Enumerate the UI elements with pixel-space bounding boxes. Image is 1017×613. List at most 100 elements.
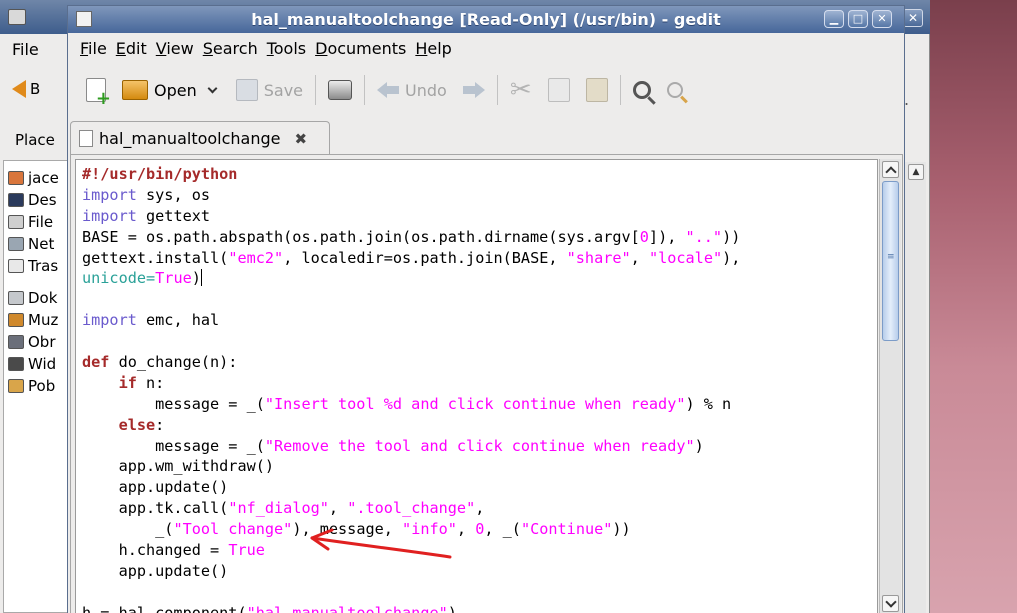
save-button[interactable]: Save: [228, 71, 311, 109]
home-folder-icon: [8, 171, 24, 185]
code-token: ): [694, 436, 704, 455]
chevron-down-icon[interactable]: [207, 83, 218, 93]
sidebar-item-downloads[interactable]: Pob: [8, 375, 70, 397]
replace-button[interactable]: [659, 71, 691, 109]
code-line: message = _("Insert tool %d and click co…: [82, 394, 740, 415]
magnifier-icon: [632, 81, 651, 99]
scroll-thumb[interactable]: ≡: [882, 181, 899, 341]
open-button[interactable]: Open: [114, 71, 228, 109]
network-icon: [8, 237, 24, 251]
code-line: app.update(): [82, 477, 740, 498]
scroll-down-button[interactable]: [882, 595, 899, 612]
tab-hal-manualtoolchange[interactable]: hal_manualtoolchange ✖: [70, 121, 330, 155]
copy-button[interactable]: [540, 71, 578, 109]
back-button[interactable]: B: [12, 74, 40, 104]
sidebar-item-label: File: [28, 213, 54, 231]
redo-button[interactable]: [455, 71, 493, 109]
find-button[interactable]: [625, 71, 659, 109]
code-token: def: [82, 353, 119, 372]
scroll-up-button[interactable]: ▲: [908, 164, 924, 180]
code-token: n:: [146, 373, 165, 392]
sidebar-item-label: Wid: [28, 355, 57, 373]
close-button[interactable]: ✕: [872, 10, 892, 28]
sidebar-item-desktop[interactable]: Des: [8, 189, 70, 211]
code-line: import sys, os: [82, 185, 740, 206]
code-token: True: [155, 269, 192, 288]
sidebar-item-documents[interactable]: Dok: [8, 287, 70, 309]
sidebar-item-trash[interactable]: Tras: [8, 255, 70, 277]
tab-close-icon[interactable]: ✖: [295, 130, 308, 148]
code-token: else: [118, 415, 156, 434]
code-token: ,: [328, 499, 348, 518]
code-line: BASE = os.path.abspath(os.path.join(os.p…: [82, 227, 740, 248]
maximize-button[interactable]: □: [848, 10, 868, 28]
sidebar-item-pictures[interactable]: Obr: [8, 331, 70, 353]
code-token: unicode=: [82, 269, 156, 288]
code-line: if n:: [82, 373, 740, 394]
undo-button[interactable]: Undo: [369, 71, 455, 109]
code-line: gettext.install("emc2", localedir=os.pat…: [82, 248, 740, 269]
titlebar[interactable]: hal_manualtoolchange [Read-Only] (/usr/b…: [68, 6, 904, 33]
paste-button[interactable]: [578, 71, 616, 109]
printer-icon: [328, 80, 353, 100]
sidebar-item-filesystem[interactable]: File: [8, 211, 70, 233]
sidebar-item-videos[interactable]: Wid: [8, 353, 70, 375]
menu-search[interactable]: Search: [201, 39, 265, 58]
background-close-button[interactable]: ✕: [903, 9, 923, 27]
background-menu-file[interactable]: File: [0, 34, 70, 64]
code-token: app.update(): [82, 478, 229, 497]
editor-vertical-scrollbar[interactable]: ≡: [879, 159, 901, 613]
code-line: app.tk.call("nf_dialog", ".tool_change",: [82, 498, 740, 519]
copy-icon: [547, 78, 570, 102]
new-document-button[interactable]: [78, 71, 114, 109]
code-token: "Remove the tool and click continue when…: [264, 436, 695, 455]
code-token: ): [447, 603, 457, 613]
save-icon: [235, 79, 258, 101]
minimize-button[interactable]: ▁: [824, 10, 844, 28]
code-token: ),: [722, 248, 741, 267]
code-token: ]),: [648, 227, 686, 246]
toolbar-separator: [496, 75, 498, 105]
scissors-icon: ✂: [509, 75, 532, 105]
code-line: else:: [82, 415, 740, 436]
sidebar-item-home[interactable]: jace: [8, 167, 70, 189]
menu-documents[interactable]: Documents: [313, 39, 413, 58]
print-button[interactable]: [320, 71, 360, 109]
annotation-arrow: [310, 528, 452, 559]
sidebar-item-network[interactable]: Net: [8, 233, 70, 255]
open-button-label: Open: [154, 80, 197, 100]
menu-help[interactable]: Help: [413, 39, 458, 58]
background-scrollbar[interactable]: ▲: [904, 162, 926, 613]
code-token: 0: [475, 520, 485, 539]
scroll-up-button[interactable]: [882, 161, 899, 178]
menu-edit[interactable]: Edit: [114, 39, 154, 58]
menu-view[interactable]: View: [154, 39, 201, 58]
code-line: def do_change(n):: [82, 352, 740, 373]
code-editor[interactable]: #!/usr/bin/python import sys, os import ge…: [75, 159, 878, 613]
videos-folder-icon: [8, 357, 24, 371]
cut-button[interactable]: ✂: [502, 71, 540, 109]
find-replace-icon: [666, 82, 683, 98]
menu-file[interactable]: File: [78, 39, 114, 58]
gedit-window[interactable]: hal_manualtoolchange [Read-Only] (/usr/b…: [67, 5, 905, 613]
menubar: File Edit View Search Tools Documents He…: [68, 33, 904, 63]
code-token: "nf_dialog": [228, 499, 329, 518]
music-folder-icon: [8, 313, 24, 327]
window-menu-icon[interactable]: [8, 9, 26, 25]
code-token: app.wm_withdraw(): [82, 457, 275, 476]
pictures-folder-icon: [8, 335, 24, 349]
redo-arrow-icon: [462, 82, 485, 98]
code-line: unicode=True): [82, 268, 740, 289]
code-token: _(: [82, 520, 174, 539]
sidebar-item-music[interactable]: Muz: [8, 309, 70, 331]
code-token: 0: [639, 227, 649, 246]
menu-tools[interactable]: Tools: [265, 39, 313, 58]
code-token: app.update(): [82, 561, 229, 580]
sidebar-item-label: Obr: [28, 333, 56, 351]
code-token: sys, os: [146, 185, 211, 204]
text-cursor: [200, 269, 202, 287]
code-token: if: [118, 373, 147, 392]
